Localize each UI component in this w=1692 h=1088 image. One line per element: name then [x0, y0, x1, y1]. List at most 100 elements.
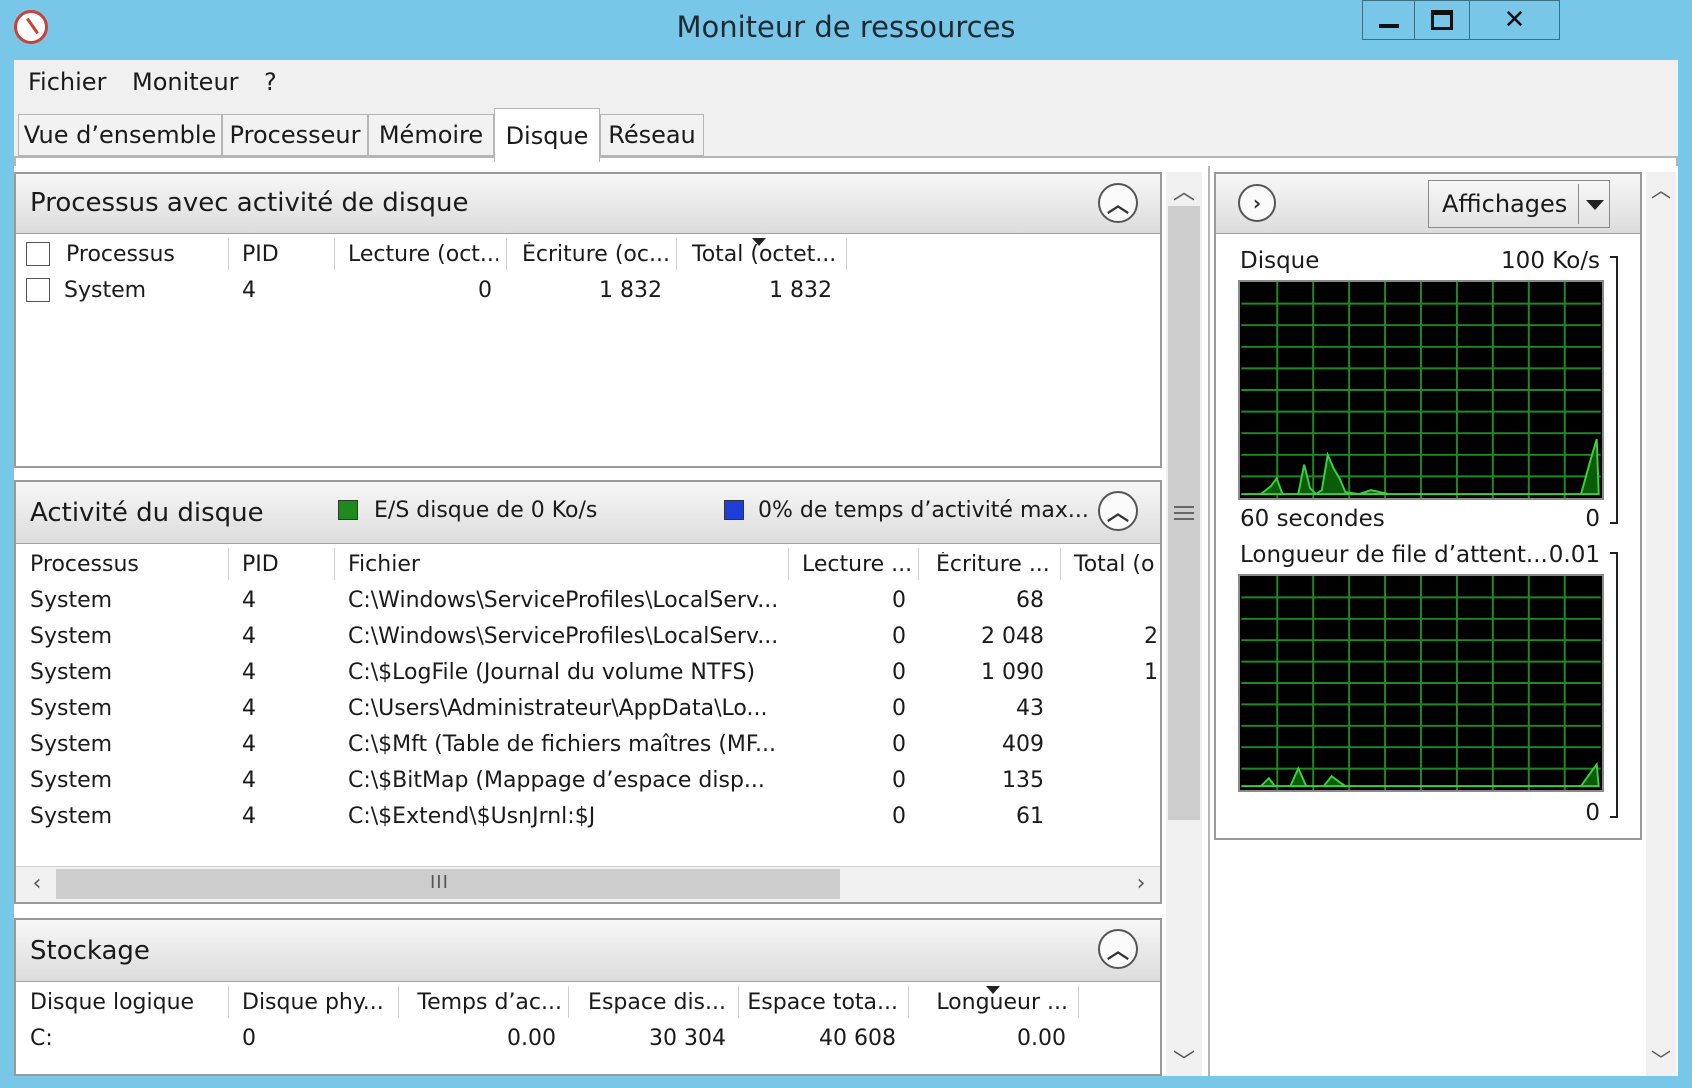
- col-header-pid[interactable]: PID: [242, 552, 328, 577]
- column-divider[interactable]: [334, 238, 335, 270]
- queue-graph-max: 0.01: [1548, 542, 1600, 568]
- row-pid-cell: 4: [242, 588, 256, 613]
- scroll-down-icon[interactable]: ﹀: [1646, 1044, 1676, 1074]
- row-read-cell: 0: [892, 696, 906, 721]
- row-pid-cell: 4: [242, 768, 256, 793]
- row-process-cell: System: [30, 732, 113, 757]
- row-process-cell: System: [30, 624, 113, 649]
- queue-length-graph: [1238, 574, 1604, 792]
- menu-fichier[interactable]: Fichier: [28, 68, 106, 96]
- column-divider[interactable]: [908, 986, 909, 1018]
- tab-network[interactable]: Réseau: [600, 114, 704, 156]
- col-header-process[interactable]: Processus: [66, 242, 226, 267]
- row-file-cell: C:\Windows\ServiceProfiles\LocalServ...: [348, 588, 779, 613]
- col-header-pid[interactable]: PID: [242, 242, 328, 267]
- storage-title: Stockage: [30, 936, 150, 966]
- column-divider[interactable]: [228, 548, 229, 580]
- column-divider[interactable]: [506, 238, 507, 270]
- col-header-free-space[interactable]: Espace dis...: [574, 990, 726, 1015]
- process-total-cell: 1 832: [769, 278, 832, 303]
- chevron-right-icon: ›: [1252, 191, 1262, 215]
- tab-memory[interactable]: Mémoire: [368, 114, 494, 156]
- storage-logical-cell: C:: [30, 1026, 53, 1051]
- storage-free-cell: 30 304: [649, 1026, 726, 1051]
- column-divider[interactable]: [676, 238, 677, 270]
- menu-moniteur[interactable]: Moniteur: [132, 68, 239, 96]
- tab-processor[interactable]: Processeur: [222, 114, 368, 156]
- scroll-down-icon[interactable]: ﹀: [1166, 1044, 1202, 1075]
- scroll-right-icon[interactable]: ›: [1124, 868, 1158, 900]
- disk-graph-time: 60 secondes: [1240, 506, 1385, 532]
- menu-help[interactable]: ?: [264, 68, 277, 96]
- tab-disk[interactable]: Disque: [494, 108, 600, 162]
- row-write-cell: 135: [1002, 768, 1044, 793]
- dropdown-divider: [1578, 184, 1579, 224]
- collapse-disk-processes-button[interactable]: ︿: [1098, 183, 1138, 223]
- col-header-process[interactable]: Processus: [30, 552, 220, 577]
- panel-splitter[interactable]: [1208, 166, 1210, 1076]
- row-process-cell: System: [30, 660, 113, 685]
- process-row-checkbox[interactable]: [26, 278, 50, 302]
- maximize-button[interactable]: [1414, 0, 1470, 40]
- col-header-write[interactable]: Écriture (oc...: [522, 242, 672, 267]
- col-header-write[interactable]: Écriture ...: [936, 552, 1060, 577]
- close-icon: ✕: [1503, 5, 1526, 35]
- column-divider[interactable]: [228, 238, 229, 270]
- column-divider[interactable]: [228, 986, 229, 1018]
- column-divider[interactable]: [918, 548, 919, 580]
- io-legend-swatch: [338, 500, 358, 520]
- col-header-total[interactable]: Total (octet...: [692, 242, 842, 267]
- col-header-read[interactable]: Lecture ...: [802, 552, 920, 577]
- toggle-graph-panel-button[interactable]: ›: [1238, 184, 1276, 222]
- col-header-logical-disk[interactable]: Disque logique: [30, 990, 220, 1015]
- column-divider[interactable]: [568, 986, 569, 1018]
- col-header-active-time[interactable]: Temps d’ac...: [402, 990, 562, 1015]
- chevron-up-icon: ︿: [1106, 501, 1129, 526]
- minimize-button[interactable]: [1362, 0, 1414, 40]
- close-button[interactable]: ✕: [1470, 0, 1560, 40]
- collapse-storage-button[interactable]: ︿: [1098, 929, 1138, 969]
- active-time-legend-swatch: [724, 500, 744, 520]
- row-write-cell: 68: [1016, 588, 1044, 613]
- storage-header[interactable]: [16, 920, 1160, 982]
- row-file-cell: C:\$LogFile (Journal du volume NTFS): [348, 660, 756, 685]
- row-pid-cell: 4: [242, 696, 256, 721]
- row-process-cell: System: [30, 588, 113, 613]
- right-vertical-scrollbar[interactable]: [1646, 172, 1676, 1076]
- row-write-cell: 409: [1002, 732, 1044, 757]
- scroll-up-icon[interactable]: ︿: [1166, 174, 1202, 205]
- row-read-cell: 0: [892, 732, 906, 757]
- scroll-up-icon[interactable]: ︿: [1646, 174, 1676, 204]
- chevron-up-icon: ︿: [1106, 939, 1129, 964]
- chevron-up-icon: ︿: [1106, 193, 1129, 218]
- process-read-cell: 0: [478, 278, 492, 303]
- row-file-cell: C:\Windows\ServiceProfiles\LocalServ...: [348, 624, 779, 649]
- row-file-cell: C:\$Extend\$UsnJrnl:$J: [348, 804, 596, 829]
- active-time-summary: 0% de temps d’activité max...: [758, 498, 1089, 523]
- col-header-file[interactable]: Fichier: [348, 552, 778, 577]
- row-write-cell: 1 090: [981, 660, 1044, 685]
- column-divider[interactable]: [788, 548, 789, 580]
- scroll-grip-icon: III: [430, 872, 449, 893]
- column-divider[interactable]: [738, 986, 739, 1018]
- column-divider[interactable]: [1078, 986, 1079, 1018]
- collapse-disk-activity-button[interactable]: ︿: [1098, 491, 1138, 531]
- select-all-checkbox[interactable]: [26, 242, 50, 266]
- disk-activity-graph: [1238, 280, 1604, 500]
- col-header-read[interactable]: Lecture (oct...: [348, 242, 498, 267]
- disk-graph-max: 100 Ko/s: [1501, 248, 1600, 274]
- col-header-total[interactable]: Total (o: [1074, 552, 1160, 577]
- column-divider[interactable]: [846, 238, 847, 270]
- row-file-cell: C:\$Mft (Table de fichiers maîtres (MF..…: [348, 732, 777, 757]
- tab-overview[interactable]: Vue d’ensemble: [18, 114, 222, 156]
- column-divider[interactable]: [1060, 548, 1061, 580]
- disk-activity-title: Activité du disque: [30, 498, 264, 528]
- process-write-cell: 1 832: [599, 278, 662, 303]
- scroll-left-icon[interactable]: ‹: [20, 868, 54, 900]
- column-divider[interactable]: [398, 986, 399, 1018]
- dropdown-arrow-icon[interactable]: [1586, 200, 1604, 210]
- col-header-total-space[interactable]: Espace tota...: [742, 990, 898, 1015]
- column-divider[interactable]: [334, 548, 335, 580]
- col-header-physical-disk[interactable]: Disque phy...: [242, 990, 392, 1015]
- row-process-cell: System: [30, 804, 113, 829]
